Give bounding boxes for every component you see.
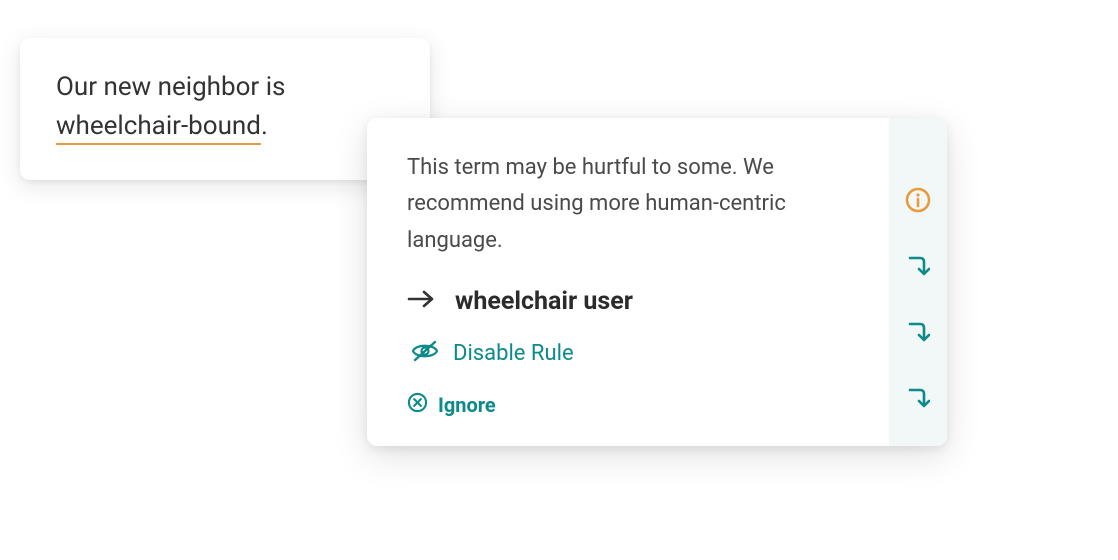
info-circle-icon — [904, 199, 932, 218]
next-suggestion-button-3[interactable] — [906, 386, 930, 416]
suggestion-card: This term may be hurtful to some. We rec… — [367, 118, 947, 446]
disable-rule-button[interactable]: Disable Rule — [407, 340, 859, 368]
disable-rule-label: Disable Rule — [453, 341, 574, 366]
ignore-button[interactable]: Ignore — [407, 392, 859, 418]
replacement-text: wheelchair user — [455, 287, 633, 316]
arrow-turn-down-icon — [906, 265, 930, 284]
source-text-line1: Our new neighbor is — [56, 72, 285, 102]
x-circle-icon — [407, 392, 428, 418]
suggestion-main: This term may be hurtful to some. We rec… — [367, 118, 889, 446]
next-suggestion-button-1[interactable] — [906, 254, 930, 284]
info-button[interactable] — [904, 186, 932, 218]
source-text-period: . — [261, 111, 268, 141]
eye-off-icon — [411, 340, 439, 368]
flagged-term[interactable]: wheelchair-bound — [56, 111, 261, 145]
suggestion-side-rail — [889, 118, 947, 446]
ignore-label: Ignore — [438, 393, 496, 417]
arrow-turn-down-icon — [906, 397, 930, 416]
next-suggestion-button-2[interactable] — [906, 320, 930, 350]
apply-replacement-button[interactable]: wheelchair user — [407, 287, 859, 316]
arrow-turn-down-icon — [906, 331, 930, 350]
arrow-right-icon — [407, 288, 437, 314]
suggestion-explanation: This term may be hurtful to some. We rec… — [407, 150, 859, 259]
